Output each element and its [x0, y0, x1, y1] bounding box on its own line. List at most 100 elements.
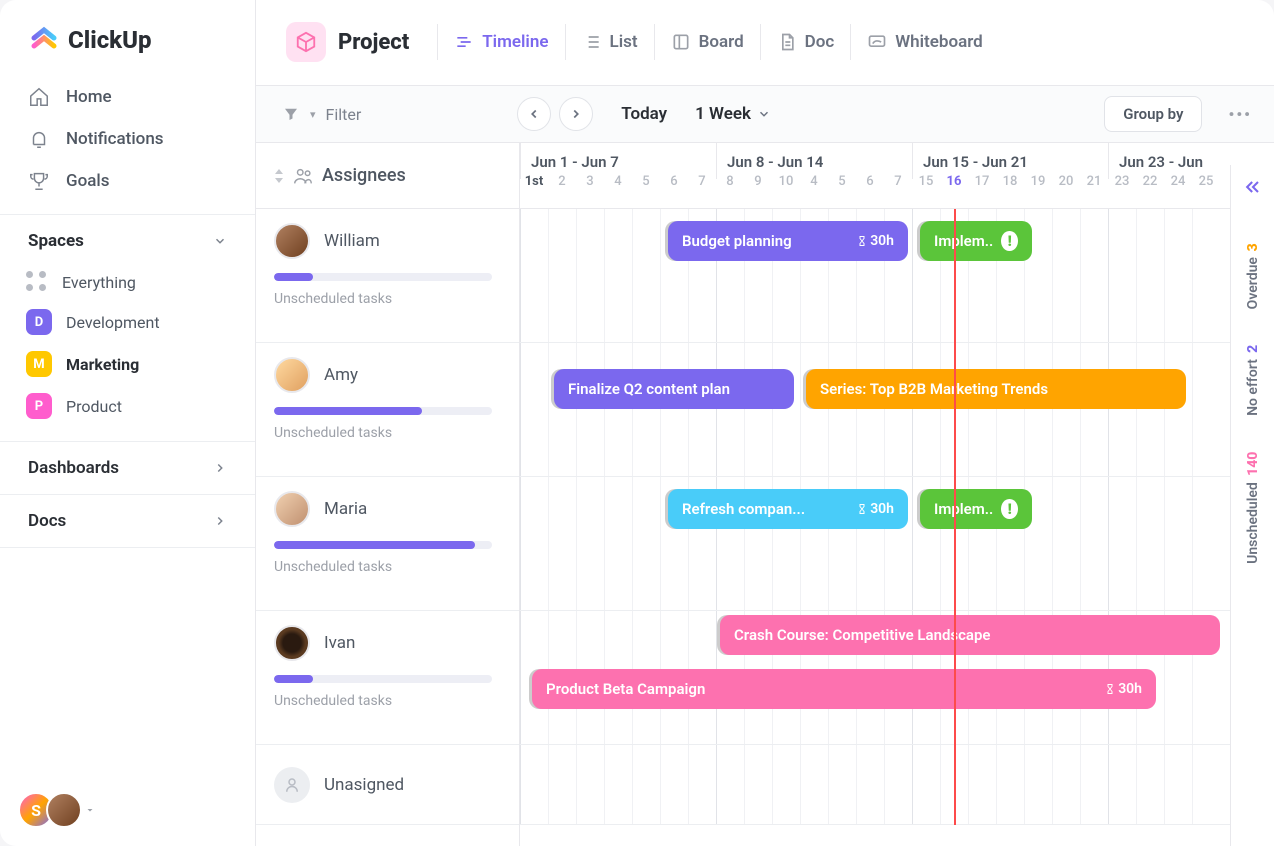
rail-label: No effort [1245, 359, 1261, 416]
trophy-icon [28, 170, 50, 192]
space-badge: M [26, 351, 52, 377]
alert-icon: ! [1001, 499, 1018, 519]
list-icon [582, 32, 602, 52]
spaces-header[interactable]: Spaces [0, 215, 255, 263]
chevron-right-icon [213, 514, 227, 528]
rail-item-unscheduled[interactable]: Unscheduled 140 [1245, 434, 1261, 582]
whiteboard-icon [867, 32, 887, 52]
gantt-row: Crash Course: Competitive Landscape Produ… [520, 611, 1274, 745]
tab-list[interactable]: List [565, 24, 654, 60]
space-everything[interactable]: Everything [14, 263, 241, 301]
rail-item-overdue[interactable]: Overdue 3 [1245, 225, 1261, 327]
day-label: 10 [772, 174, 800, 204]
assignee-header[interactable]: Ivan [274, 625, 501, 661]
more-button[interactable]: ••• [1228, 105, 1252, 124]
space-item-marketing[interactable]: MMarketing [14, 343, 241, 385]
next-button[interactable] [559, 97, 593, 131]
sort-icon [274, 169, 284, 183]
assignee-name: William [324, 231, 380, 251]
day-label: 6 [856, 174, 884, 204]
day-label: 23 [1108, 174, 1136, 204]
task-label: Budget planning [682, 232, 792, 250]
nav-home[interactable]: Home [14, 76, 241, 118]
task-bar[interactable]: Refresh compan...30h [668, 489, 908, 529]
assignee-header[interactable]: William [274, 223, 501, 259]
task-bar[interactable]: Product Beta Campaign30h [532, 669, 1156, 709]
unassigned-row[interactable]: Unasigned [256, 745, 519, 825]
grid-icon [26, 271, 48, 293]
project-chip[interactable]: Project [278, 16, 417, 68]
assignee-name: Amy [324, 365, 358, 385]
today-button[interactable]: Today [621, 104, 667, 124]
filter-button[interactable]: ▾ Filter [278, 99, 365, 130]
people-icon [292, 165, 314, 187]
unassigned-label: Unasigned [324, 775, 404, 795]
task-bar[interactable]: Budget planning30h [668, 221, 908, 261]
day-label: 4 [800, 174, 828, 204]
tab-whiteboard[interactable]: Whiteboard [850, 24, 999, 60]
day-label: 8 [716, 174, 744, 204]
rail-collapse-button[interactable] [1243, 177, 1263, 201]
nav-notifications[interactable]: Notifications [14, 118, 241, 160]
assignee-row: Ivan Unscheduled tasks [256, 611, 519, 745]
chevron-down-icon [213, 234, 227, 248]
task-bar[interactable]: Series: Top B2B Marketing Trends [806, 369, 1186, 409]
task-label: Implem.. [934, 500, 993, 518]
day-label: 3 [576, 174, 604, 204]
assignee-column-header[interactable]: Assignees [256, 143, 519, 209]
gantt-chart[interactable]: Jun 1 - Jun 7Jun 8 - Jun 14Jun 15 - Jun … [520, 143, 1274, 846]
unscheduled-link[interactable]: Unscheduled tasks [274, 559, 501, 575]
space-everything-label: Everything [62, 273, 136, 292]
tab-doc[interactable]: Doc [760, 24, 851, 60]
avatar [274, 625, 310, 661]
task-bar[interactable]: Crash Course: Competitive Landscape [720, 615, 1220, 655]
unscheduled-link[interactable]: Unscheduled tasks [274, 425, 501, 441]
space-item-product[interactable]: PProduct [14, 385, 241, 427]
tab-board[interactable]: Board [654, 24, 760, 60]
day-label: 19 [1024, 174, 1052, 204]
spaces-header-label: Spaces [28, 231, 84, 251]
tab-timeline[interactable]: Timeline [437, 24, 564, 60]
task-bar[interactable]: Finalize Q2 content plan [554, 369, 794, 409]
rail-label: Unscheduled [1245, 482, 1261, 564]
task-bar[interactable]: Implem..! [920, 489, 1032, 529]
space-label: Development [66, 313, 160, 332]
groupby-button[interactable]: Group by [1104, 96, 1202, 132]
day-label: 17 [968, 174, 996, 204]
space-item-development[interactable]: DDevelopment [14, 301, 241, 343]
gantt-row: Finalize Q2 content plan Series: Top B2B … [520, 343, 1274, 477]
avatar [274, 223, 310, 259]
space-list: Everything DDevelopmentMMarketingPProduc… [0, 263, 255, 442]
task-label: Product Beta Campaign [546, 680, 705, 698]
rail-count: 140 [1245, 452, 1261, 476]
clickup-logo-icon [28, 24, 60, 56]
assignee-header[interactable]: Amy [274, 357, 501, 393]
nav-home-label: Home [66, 87, 112, 107]
day-label: 21 [1080, 174, 1108, 204]
logo[interactable]: ClickUp [0, 0, 255, 72]
task-bar[interactable]: Implem..! [920, 221, 1032, 261]
unscheduled-link[interactable]: Unscheduled tasks [274, 291, 501, 307]
assignee-header[interactable]: Maria [274, 491, 501, 527]
day-label: 9 [744, 174, 772, 204]
unscheduled-link[interactable]: Unscheduled tasks [274, 693, 501, 709]
space-badge: P [26, 393, 52, 419]
range-selector[interactable]: 1 Week [695, 104, 771, 124]
hourglass-icon [1104, 683, 1116, 695]
nav-goals[interactable]: Goals [14, 160, 241, 202]
dashboards-section[interactable]: Dashboards [0, 442, 255, 495]
day-label: 2 [548, 174, 576, 204]
caret-down-icon[interactable] [84, 804, 96, 816]
rail-item-no-effort[interactable]: No effort 2 [1245, 327, 1261, 434]
today-line [954, 209, 956, 825]
day-label: 24 [1164, 174, 1192, 204]
day-label: 20 [1052, 174, 1080, 204]
user-avatars[interactable]: S [18, 792, 82, 828]
assignee-row: Maria Unscheduled tasks [256, 477, 519, 611]
gantt-row: Refresh compan...30h Implem..! [520, 477, 1274, 611]
chevron-down-icon [757, 107, 771, 121]
double-chevron-left-icon [1243, 177, 1263, 197]
prev-button[interactable] [517, 97, 551, 131]
docs-section[interactable]: Docs [0, 495, 255, 548]
timeline-icon [454, 32, 474, 52]
